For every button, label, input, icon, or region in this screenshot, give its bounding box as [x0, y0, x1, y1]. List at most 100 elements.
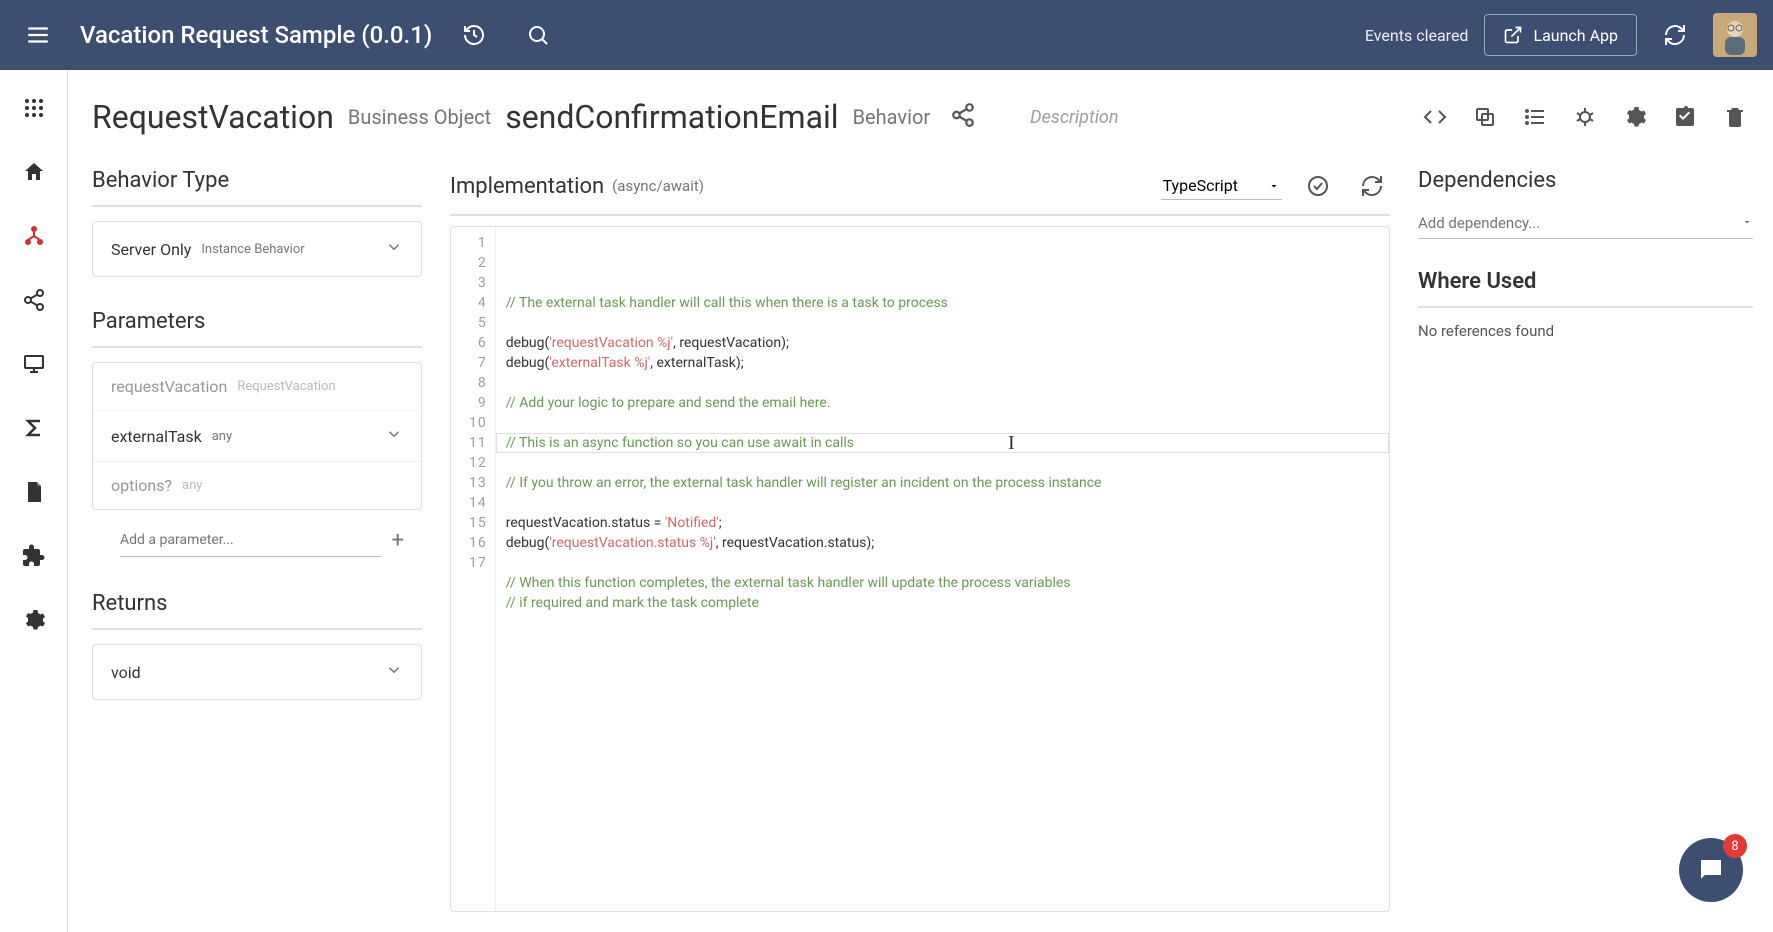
gear-icon	[1623, 105, 1647, 129]
user-avatar[interactable]	[1713, 13, 1757, 57]
returns-value: void	[111, 663, 141, 682]
behavior-type-value: Server Only	[111, 240, 191, 259]
language-select[interactable]: TypeScript	[1161, 172, 1282, 200]
gear-icon	[22, 608, 46, 632]
extension-icon	[22, 544, 46, 568]
param-row[interactable]: externalTaskany	[93, 411, 421, 462]
launch-app-button[interactable]: Launch App	[1484, 14, 1637, 56]
param-name: options?	[111, 476, 172, 495]
share-breadcrumb[interactable]	[950, 102, 976, 132]
editor-toolbar: TypeScript	[1161, 168, 1390, 204]
returns-card[interactable]: void	[92, 644, 422, 700]
param-name: requestVacation	[111, 377, 227, 396]
breadcrumb-entity-type: Business Object	[348, 105, 491, 129]
hamburger-icon	[25, 22, 51, 48]
action-check[interactable]	[1667, 99, 1703, 135]
behavior-type-sub: Instance Behavior	[201, 242, 304, 257]
chevron-down-icon	[385, 425, 403, 447]
param-type: any	[212, 429, 232, 444]
topbar-left: Vacation Request Sample (0.0.1)	[16, 13, 560, 57]
code-icon	[1423, 105, 1447, 129]
launch-label: Launch App	[1533, 26, 1618, 45]
nav-document[interactable]	[12, 470, 56, 514]
breadcrumb-description[interactable]: Description	[1030, 107, 1118, 128]
bug-icon	[1573, 105, 1597, 129]
behavior-type-card[interactable]: Server Only Instance Behavior	[92, 221, 422, 277]
implementation-subtitle: (async/await)	[612, 177, 704, 195]
breadcrumb: RequestVacation Business Object sendConf…	[92, 98, 1753, 136]
breadcrumb-behavior[interactable]: sendConfirmationEmail	[505, 98, 838, 136]
refresh-icon	[1360, 174, 1384, 198]
list-icon	[1523, 105, 1547, 129]
columns: Behavior Type Server Only Instance Behav…	[92, 168, 1753, 912]
where-used-title: Where Used	[1418, 269, 1753, 308]
desktop-icon	[22, 352, 46, 376]
assignment-check-icon	[1673, 105, 1697, 129]
add-dependency-input[interactable]	[1418, 214, 1741, 232]
action-delete[interactable]	[1717, 99, 1753, 135]
behavior-type-title: Behavior Type	[92, 168, 422, 207]
nav-hierarchy[interactable]	[12, 214, 56, 258]
history-icon	[462, 23, 486, 47]
add-parameter: +	[92, 524, 422, 563]
sidebar-nav	[0, 70, 68, 932]
chat-fab[interactable]: 8	[1679, 838, 1743, 902]
launch-icon	[1503, 25, 1523, 45]
editor-refresh[interactable]	[1354, 168, 1390, 204]
share-alt-icon	[950, 102, 976, 128]
nav-apps[interactable]	[12, 86, 56, 130]
breadcrumb-actions	[1417, 99, 1753, 135]
sigma-icon	[22, 416, 46, 440]
right-panel: Dependencies Where Used No references fo…	[1418, 168, 1753, 912]
editor-panel: Implementation (async/await) TypeScript …	[450, 168, 1390, 912]
implementation-header: Implementation (async/await) TypeScript	[450, 168, 1390, 216]
nav-desktop[interactable]	[12, 342, 56, 386]
action-list[interactable]	[1517, 99, 1553, 135]
param-type: any	[182, 478, 202, 493]
search-button[interactable]	[516, 13, 560, 57]
home-icon	[22, 160, 46, 184]
param-row[interactable]: requestVacationRequestVacation	[93, 363, 421, 411]
refresh-icon	[1663, 23, 1687, 47]
document-icon	[22, 480, 46, 504]
history-button[interactable]	[452, 13, 496, 57]
chevron-down-icon	[385, 238, 403, 260]
dropdown-arrow-icon[interactable]	[1741, 213, 1753, 232]
returns-title: Returns	[92, 591, 422, 630]
nav-sigma[interactable]	[12, 406, 56, 450]
code-area[interactable]: // The external task handler will call t…	[496, 227, 1389, 911]
events-cleared: Events cleared	[1365, 26, 1469, 45]
action-settings[interactable]	[1617, 99, 1653, 135]
nav-settings[interactable]	[12, 598, 56, 642]
main: RequestVacation Business Object sendConf…	[0, 70, 1773, 932]
avatar-icon	[1713, 13, 1757, 57]
action-code[interactable]	[1417, 99, 1453, 135]
param-row[interactable]: options? any	[93, 462, 421, 509]
breadcrumb-entity[interactable]: RequestVacation	[92, 98, 334, 136]
breadcrumb-behavior-type: Behavior	[853, 105, 931, 129]
action-copy[interactable]	[1467, 99, 1503, 135]
action-debug[interactable]	[1567, 99, 1603, 135]
topbar: Vacation Request Sample (0.0.1) Events c…	[0, 0, 1773, 70]
topbar-right: Events cleared Launch App	[1365, 13, 1757, 57]
trash-icon	[1723, 105, 1747, 129]
add-parameter-input[interactable]	[120, 524, 382, 557]
chat-badge: 8	[1723, 834, 1747, 858]
add-parameter-button[interactable]: +	[392, 528, 404, 553]
gutter: 1234567891011121314151617	[451, 227, 496, 911]
nav-share[interactable]	[12, 278, 56, 322]
code-editor[interactable]: 1234567891011121314151617 // The externa…	[450, 226, 1390, 912]
editor-validate[interactable]	[1300, 168, 1336, 204]
check-circle-icon	[1306, 174, 1330, 198]
nav-home[interactable]	[12, 150, 56, 194]
language-value: TypeScript	[1163, 176, 1238, 195]
left-panel: Behavior Type Server Only Instance Behav…	[92, 168, 422, 912]
nav-extension[interactable]	[12, 534, 56, 578]
menu-button[interactable]	[16, 13, 60, 57]
apps-icon	[22, 96, 46, 120]
chevron-down-icon	[385, 661, 403, 683]
copy-icon	[1473, 105, 1497, 129]
refresh-button[interactable]	[1653, 13, 1697, 57]
search-icon	[526, 23, 550, 47]
hierarchy-icon	[22, 224, 46, 248]
